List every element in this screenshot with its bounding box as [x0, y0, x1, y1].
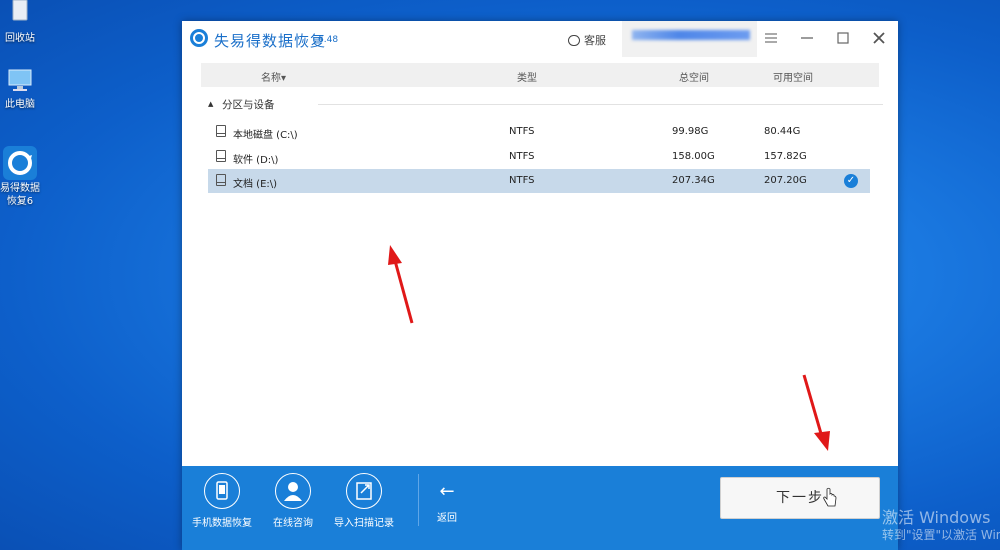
- drive-type: NTFS: [509, 126, 535, 137]
- chat-bubble-icon: [568, 35, 580, 46]
- recovery-app-desktop-icon[interactable]: 易得数据 恢复6: [0, 146, 40, 208]
- activation-watermark-subtitle: 转到"设置"以激活 Windows。: [882, 528, 1000, 542]
- online-consult-button[interactable]: 在线咨询: [258, 473, 328, 529]
- back-button[interactable]: ← 返回: [427, 481, 467, 525]
- next-step-label: 下一步: [776, 490, 824, 506]
- drive-type: NTFS: [509, 175, 535, 186]
- online-consult-label: 在线咨询: [273, 518, 313, 529]
- column-name-header[interactable]: 名称▾: [261, 69, 286, 84]
- support-label: 客服: [584, 34, 606, 47]
- app-version: 6.48: [318, 35, 339, 45]
- red-arrow-pointer-icon: [388, 245, 414, 324]
- drive-name: 软件 (D:\): [233, 155, 279, 166]
- minimize-button[interactable]: [798, 29, 816, 47]
- column-total-header[interactable]: 总空间: [679, 69, 709, 84]
- drive-total: 207.34G: [672, 175, 715, 186]
- partition-group-label: 分区与设备: [222, 99, 275, 111]
- drive-type: NTFS: [509, 151, 535, 162]
- import-scan-label: 导入扫描记录: [334, 518, 394, 529]
- sort-down-icon: ▾: [281, 73, 287, 84]
- group-divider: [318, 104, 883, 105]
- hand-cursor-icon: [823, 487, 837, 507]
- selected-check-icon: ✓: [844, 174, 858, 188]
- import-file-icon: [346, 473, 382, 509]
- red-arrow-pointer-icon: [802, 374, 830, 451]
- phone-recovery-label: 手机数据恢复: [192, 518, 252, 529]
- account-area[interactable]: [622, 21, 757, 57]
- table-row-selected[interactable]: 文档 (E:\) NTFS 207.34G 207.20G ✓: [208, 169, 870, 193]
- drive-name: 本地磁盘 (C:\): [233, 130, 298, 141]
- recycle-bin-desktop-icon[interactable]: 回收站: [0, 0, 40, 45]
- import-scan-button[interactable]: 导入扫描记录: [329, 473, 399, 529]
- this-pc-label: 此电脑: [5, 99, 35, 110]
- back-arrow-icon: ←: [439, 481, 455, 502]
- app-logo-icon: [190, 29, 208, 47]
- table-row[interactable]: 软件 (D:\) NTFS 158.00G 157.82G: [208, 145, 870, 169]
- person-icon: [275, 473, 311, 509]
- table-header: 名称▾ 类型 总空间 可用空间: [201, 63, 879, 87]
- drive-free: 80.44G: [764, 126, 801, 137]
- app-window: 失易得数据恢复 6.48 客服 名称▾ 类型 总空间 可用空间 ▲ 分区与设备: [182, 21, 898, 550]
- activation-watermark-title: 激活 Windows: [882, 508, 991, 527]
- recovery-app-label-line2: 恢复6: [6, 196, 34, 207]
- recycle-bin-label: 回收站: [5, 33, 35, 44]
- support-button[interactable]: 客服: [568, 32, 606, 48]
- computer-icon: [5, 66, 35, 96]
- bottom-toolbar: 手机数据恢复 在线咨询 导入扫描记录 ← 返回 下一步: [182, 466, 898, 550]
- next-step-button[interactable]: 下一步: [720, 477, 880, 519]
- title-bar: 失易得数据恢复 6.48 客服: [182, 21, 898, 57]
- app-title: 失易得数据恢复: [214, 32, 327, 50]
- column-free-header[interactable]: 可用空间: [773, 69, 813, 84]
- drive-free: 157.82G: [764, 151, 807, 162]
- maximize-button[interactable]: [834, 29, 852, 47]
- recovery-app-label-line1: 易得数据: [0, 183, 40, 194]
- column-type-header[interactable]: 类型: [517, 69, 537, 84]
- recycle-bin-icon: [5, 0, 35, 30]
- drive-free: 207.20G: [764, 175, 807, 186]
- recovery-app-icon: [3, 146, 37, 180]
- table-row[interactable]: 本地磁盘 (C:\) NTFS 99.98G 80.44G: [208, 120, 870, 144]
- back-label: 返回: [437, 513, 457, 524]
- disk-icon: [216, 150, 226, 162]
- phone-recovery-button[interactable]: 手机数据恢复: [187, 473, 257, 529]
- this-pc-desktop-icon[interactable]: 此电脑: [0, 66, 40, 111]
- menu-button[interactable]: [762, 29, 780, 47]
- account-blurred-text: [632, 30, 750, 40]
- close-button[interactable]: [870, 29, 888, 47]
- phone-icon: [204, 473, 240, 509]
- toolbar-divider: [418, 474, 419, 526]
- collapse-arrow-icon: ▲: [208, 100, 214, 108]
- drive-total: 99.98G: [672, 126, 709, 137]
- disk-icon: [216, 174, 226, 186]
- drive-name: 文档 (E:\): [233, 179, 278, 190]
- partition-group-header[interactable]: ▲ 分区与设备: [208, 97, 883, 111]
- drive-total: 158.00G: [672, 151, 715, 162]
- os-disk-icon: [216, 125, 226, 137]
